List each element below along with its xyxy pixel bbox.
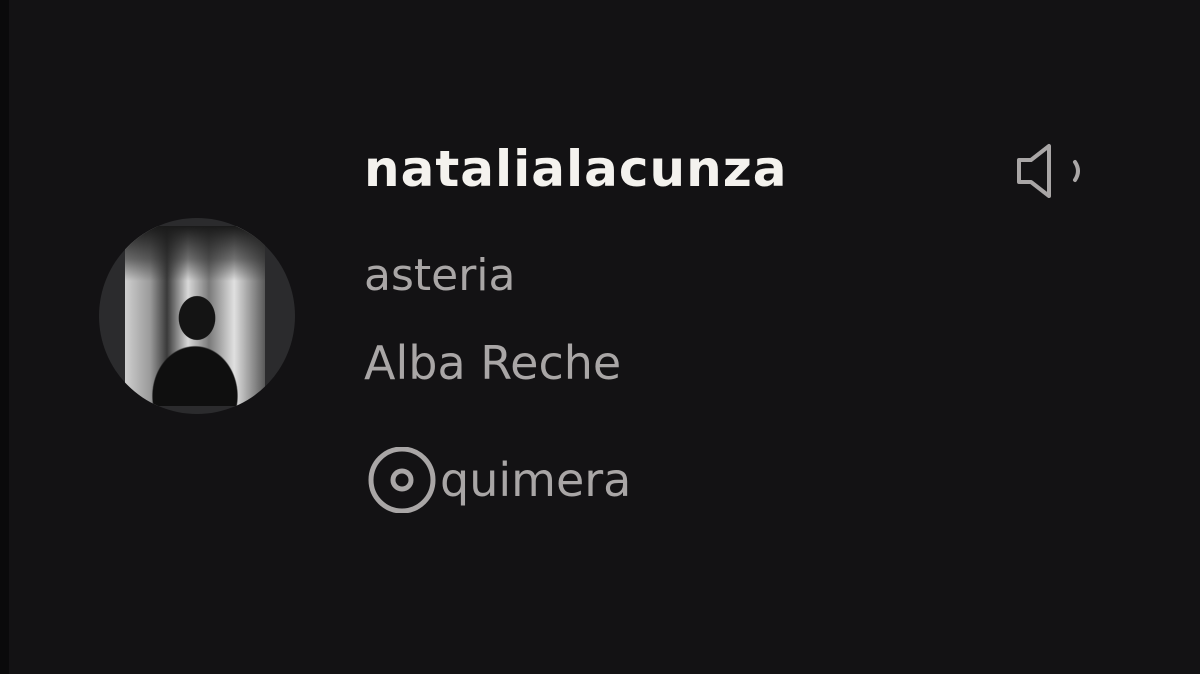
album-name: quimera [440,453,632,507]
now-playing-card: natalialacunza asteria Alba Reche quimer… [9,0,1200,674]
artist-name[interactable]: Alba Reche [364,336,621,390]
speaker-icon[interactable] [1013,138,1089,204]
disc-icon [364,447,440,513]
username[interactable]: natalialacunza [364,140,788,198]
user-avatar[interactable] [99,218,295,414]
track-title[interactable]: asteria [364,250,516,301]
avatar-photo [125,226,265,406]
album-row[interactable]: quimera [364,447,631,513]
panel-divider [0,0,9,674]
